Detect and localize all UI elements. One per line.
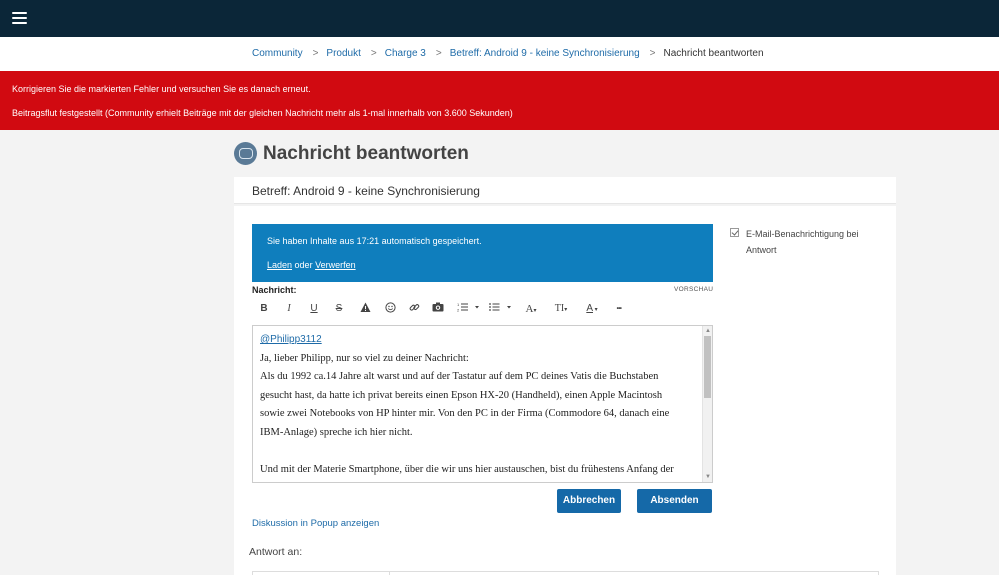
reply-to-label: Antwort an: xyxy=(249,546,303,558)
camera-icon[interactable] xyxy=(431,302,445,316)
reply-message-icon xyxy=(234,142,257,165)
breadcrumb-current: Nachricht beantworten xyxy=(663,48,764,59)
autosave-discard-link[interactable]: Verwerfen xyxy=(315,260,356,270)
breadcrumb-separator: > xyxy=(312,48,319,59)
email-notification-label: E-Mail-Benachrichtigung bei Antwort xyxy=(746,229,859,255)
scroll-up-icon[interactable]: ▲ xyxy=(705,328,711,334)
message-line: Und mit der Materie Smartphone, über die… xyxy=(260,463,674,475)
editor-scrollbar[interactable]: ▲ ▼ xyxy=(702,326,712,482)
autosave-load-link[interactable]: Laden xyxy=(267,260,292,270)
page-header: Nachricht beantworten xyxy=(234,142,469,165)
emoji-icon[interactable] xyxy=(383,302,397,316)
font-color-label: A xyxy=(586,303,593,314)
breadcrumb-link-community[interactable]: Community xyxy=(252,48,303,59)
breadcrumb-link-charge3[interactable]: Charge 3 xyxy=(385,48,426,59)
svg-text:2: 2 xyxy=(457,308,460,313)
reply-to-box xyxy=(252,571,879,575)
warning-icon[interactable] xyxy=(358,302,372,316)
more-icon[interactable]: ••• xyxy=(612,302,626,316)
underline-icon[interactable]: U xyxy=(308,302,320,316)
error-message-flood: Beitragsflut festgestellt (Community erh… xyxy=(12,108,513,118)
font-family-icon[interactable]: A▾ xyxy=(520,302,542,316)
message-line: IBM-Anlage) spreche ich hier nicht. xyxy=(260,426,413,438)
italic-icon[interactable]: I xyxy=(283,302,295,316)
breadcrumb-link-thread[interactable]: Betreff: Android 9 - keine Synchronisier… xyxy=(450,48,640,59)
autosave-message: Sie haben Inhalte aus 17:21 automatisch … xyxy=(267,236,482,246)
reply-form: Sie haben Inhalte aus 17:21 automatisch … xyxy=(234,206,896,575)
subject-bar: Betreff: Android 9 - keine Synchronisier… xyxy=(234,177,896,204)
message-line: gesucht hast, da hatte ich privat bereit… xyxy=(260,389,663,401)
editor-toolbar: B I U S 12 A▾ TI▾ A ▾ ••• xyxy=(252,300,713,320)
message-line: sowie zwei Notebooks von HP hinter mir. … xyxy=(260,408,670,419)
scroll-down-icon[interactable]: ▼ xyxy=(705,474,711,480)
breadcrumb-separator: > xyxy=(649,48,656,59)
ordered-list-icon[interactable]: 12 xyxy=(456,302,482,316)
unordered-list-icon[interactable] xyxy=(488,302,514,316)
breadcrumb-link-produkt[interactable]: Produkt xyxy=(326,48,360,59)
message-editor[interactable]: @Philipp3112 Ja, lieber Philipp, nur so … xyxy=(252,325,713,483)
message-line xyxy=(260,442,696,461)
hamburger-menu-icon[interactable] xyxy=(12,11,27,24)
message-content[interactable]: @Philipp3112 Ja, lieber Philipp, nur so … xyxy=(260,331,696,479)
font-color-icon[interactable]: A ▾ xyxy=(582,302,602,316)
mention-link[interactable]: @Philipp3112 xyxy=(260,334,322,345)
email-notification-option[interactable]: E-Mail-Benachrichtigung bei Antwort xyxy=(730,226,880,258)
link-icon[interactable] xyxy=(407,302,421,316)
message-line: Ja, lieber Philipp, nur so viel zu deine… xyxy=(260,352,469,364)
popup-discussion-link[interactable]: Diskussion in Popup anzeigen xyxy=(252,518,379,529)
autosave-or-text: oder xyxy=(294,260,313,270)
message-line: Als du 1992 ca.14 Jahre alt warst und au… xyxy=(260,371,659,382)
cancel-button[interactable]: Abbrechen xyxy=(557,489,621,513)
breadcrumb-separator: > xyxy=(370,48,377,59)
bold-icon[interactable]: B xyxy=(258,302,270,316)
top-navigation-bar xyxy=(0,0,999,37)
page-title: Nachricht beantworten xyxy=(263,142,469,164)
breadcrumb-separator: > xyxy=(435,48,442,59)
breadcrumb: Community > Produkt > Charge 3 > Betreff: Andr… xyxy=(0,37,999,71)
error-message-correct: Korrigieren Sie die markierten Fehler un… xyxy=(12,84,311,94)
svg-text:1: 1 xyxy=(457,302,460,307)
send-button[interactable]: Absenden xyxy=(637,489,712,513)
font-size-icon[interactable]: TI▾ xyxy=(550,302,572,316)
email-notification-checkbox[interactable] xyxy=(730,228,739,237)
strikethrough-icon[interactable]: S xyxy=(333,302,345,316)
preview-toggle[interactable]: VORSCHAU xyxy=(674,286,713,293)
error-banner: Korrigieren Sie die markierten Fehler un… xyxy=(0,71,999,130)
autosave-notice: Sie haben Inhalte aus 17:21 automatisch … xyxy=(252,224,713,282)
subject-text: Betreff: Android 9 - keine Synchronisier… xyxy=(252,184,480,198)
message-label: Nachricht: xyxy=(252,285,297,295)
font-size-label: TI xyxy=(554,303,565,314)
scrollbar-thumb[interactable] xyxy=(704,336,711,398)
